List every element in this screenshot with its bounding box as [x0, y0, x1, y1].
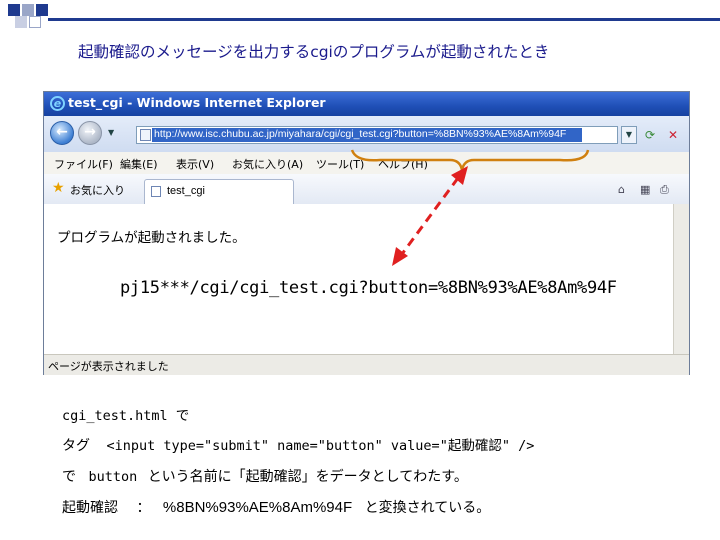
address-dropdown-icon[interactable]: ▼ — [621, 126, 637, 144]
menu-favorites[interactable]: お気に入り(A) — [232, 156, 303, 172]
tab-label: test_cgi — [167, 185, 205, 197]
menu-bar: ファイル(F) 編集(E) 表示(V) お気に入り(A) ツール(T) ヘルプ(… — [44, 152, 689, 175]
note-line-3: で button という名前に「起動確認」をデータとしてわたす。 — [62, 466, 468, 486]
note-line-2: タグ <input type="submit" name="button" va… — [62, 434, 534, 455]
page-message: プログラムが起動されました。 — [57, 230, 246, 246]
menu-view[interactable]: 表示(V) — [176, 156, 214, 172]
feeds-icon[interactable]: ▦ — [640, 183, 650, 196]
favorites-bar: ★ お気に入り test_cgi ⌂ ▦ ⎙ — [44, 174, 689, 205]
decor-square — [8, 4, 20, 16]
tab-page-icon — [151, 186, 161, 197]
stop-icon[interactable]: ✕ — [664, 126, 682, 144]
history-dropdown-icon[interactable]: ▼ — [108, 128, 114, 137]
decor-square — [29, 16, 41, 28]
status-text: ページが表示されました — [48, 360, 169, 373]
title-rule — [48, 18, 720, 21]
slide-title: 起動確認のメッセージを出力するcgiのプログラムが起動されたとき — [78, 43, 550, 61]
note-line3-prefix: で — [62, 469, 76, 485]
menu-file[interactable]: ファイル(F) — [54, 156, 113, 172]
decor-square — [15, 16, 27, 28]
decor-square — [22, 4, 34, 16]
address-toolbar: ← → ▼ http://www.isc.chubu.ac.jp/miyahar… — [44, 116, 689, 152]
note-encoded-value: %8BN%93%AE%8Am%94F — [162, 499, 353, 516]
note-button-code: button — [88, 469, 138, 485]
window-titlebar: e test_cgi - Windows Internet Explorer — [44, 92, 689, 116]
note-line-4: 起動確認 ： %8BN%93%AE%8Am%94F と変換されている。 — [62, 497, 490, 517]
menu-edit[interactable]: 編集(E) — [120, 156, 158, 172]
window-title: test_cgi - Windows Internet Explorer — [68, 95, 326, 110]
menu-help[interactable]: ヘルプ(H) — [378, 156, 428, 172]
print-icon[interactable]: ⎙ — [660, 183, 669, 197]
ie-logo-icon: e — [50, 96, 65, 111]
page-icon — [140, 129, 151, 141]
back-arrow-icon: ← — [56, 124, 68, 140]
note-word: 起動確認 — [62, 500, 118, 516]
favorites-star-icon[interactable]: ★ — [52, 180, 65, 196]
note-input-tag-code: <input type="submit" name="button" value… — [106, 438, 535, 454]
note-line4-suffix: と変換されている。 — [364, 500, 491, 516]
tab-test-cgi[interactable]: test_cgi — [144, 179, 294, 204]
vertical-scrollbar[interactable] — [673, 204, 689, 354]
note-line3-suffix: という名前に「起動確認」をデータとしてわたす。 — [147, 469, 468, 485]
favorites-label[interactable]: お気に入り — [70, 182, 125, 198]
status-bar: ページが表示されました — [44, 354, 689, 375]
home-icon[interactable]: ⌂ — [618, 183, 625, 196]
page-content: プログラムが起動されました。 pj15***/cgi/cgi_test.cgi?… — [44, 204, 689, 354]
address-bar[interactable]: http://www.isc.chubu.ac.jp/miyahara/cgi/… — [136, 126, 618, 144]
menu-tools[interactable]: ツール(T) — [316, 156, 364, 172]
note-line-1: cgi_test.html で — [62, 408, 190, 424]
browser-window: e test_cgi - Windows Internet Explorer ←… — [43, 91, 690, 375]
url-text[interactable]: http://www.isc.chubu.ac.jp/miyahara/cgi/… — [154, 128, 566, 140]
note-colon: ： — [136, 500, 151, 516]
note-tag-label: タグ — [62, 438, 90, 454]
refresh-icon[interactable]: ⟳ — [641, 126, 659, 144]
forward-button[interactable]: → — [78, 121, 102, 145]
decor-square — [36, 4, 48, 16]
forward-arrow-icon: → — [84, 124, 96, 140]
back-button[interactable]: ← — [50, 121, 74, 145]
url-fragment-callout: pj15***/cgi/cgi_test.cgi?button=%8BN%93%… — [120, 278, 617, 298]
